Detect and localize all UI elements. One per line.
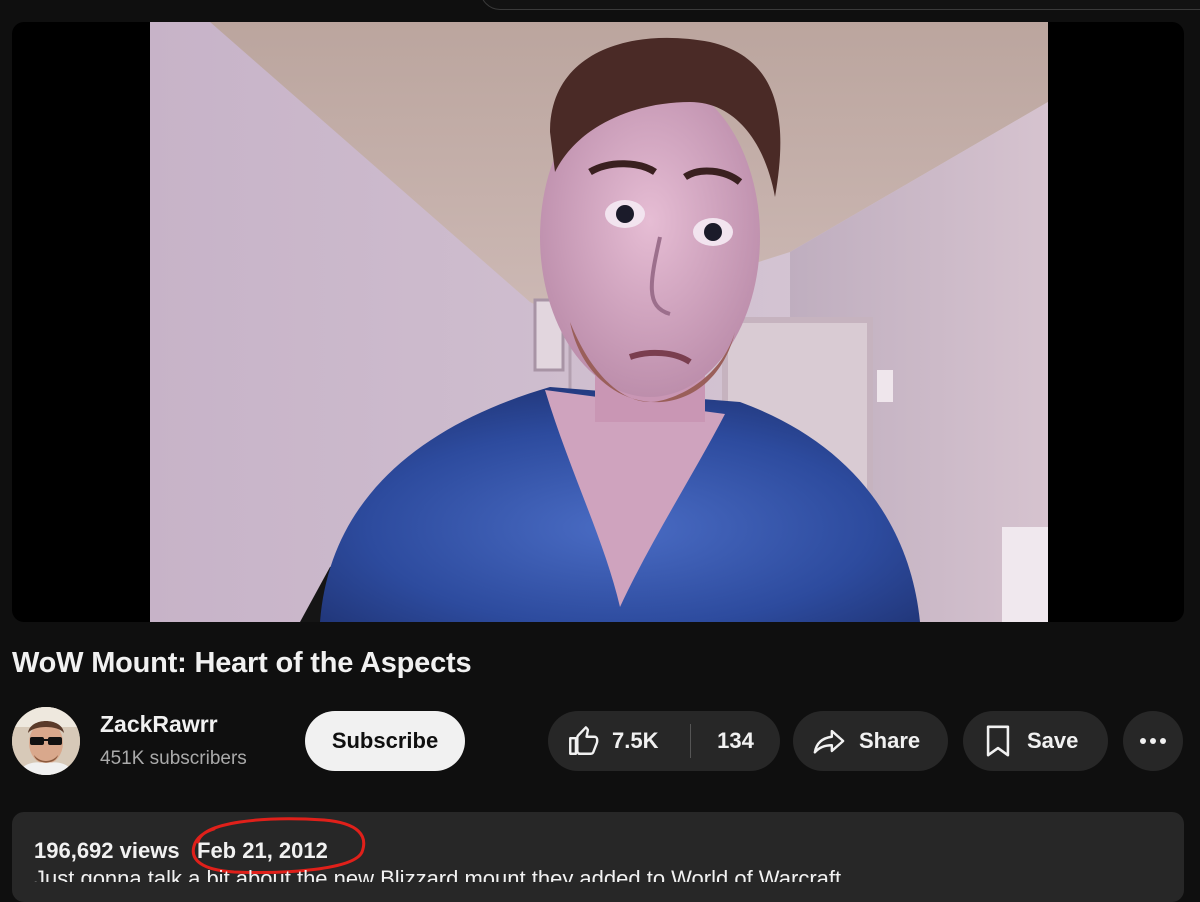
video-title: WoW Mount: Heart of the Aspects [12,647,472,679]
like-dislike-group: 7.5K 134 [548,711,780,771]
share-label: Share [859,728,921,753]
channel-avatar[interactable] [12,707,80,775]
dislike-button[interactable]: 134 [691,711,780,771]
view-count: 196,692 views [34,838,180,863]
video-player[interactable] [12,22,1184,622]
bookmark-icon [986,725,1010,757]
search-bar-edge[interactable] [480,0,1200,10]
subscriber-count: 451K subscribers [100,748,247,769]
like-count: 7.5K [612,728,659,753]
more-actions-button[interactable] [1123,711,1183,771]
save-button[interactable]: Save [963,711,1108,771]
avatar-image [12,707,80,775]
subscribe-button[interactable]: Subscribe [305,711,465,771]
upload-date: Feb 21, 2012 [197,838,328,863]
share-button[interactable]: Share [793,711,948,771]
thumbs-up-icon [569,726,599,755]
video-frame [150,22,1048,622]
description-box[interactable] [12,812,1184,902]
dislike-count: 134 [717,728,754,753]
like-button[interactable]: 7.5K [548,711,690,771]
more-horizontal-icon [1140,738,1166,744]
save-label: Save [1027,728,1079,753]
channel-name[interactable]: ZackRawrr [100,711,218,738]
share-arrow-icon [813,729,845,754]
